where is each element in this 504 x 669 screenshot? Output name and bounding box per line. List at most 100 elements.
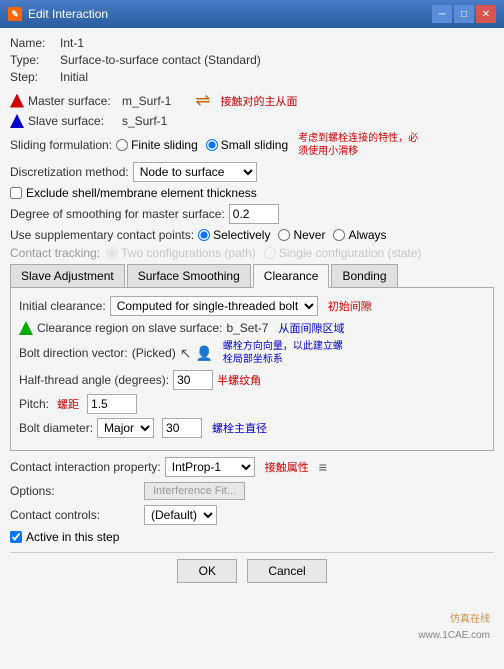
smoothing-label: Degree of smoothing for master surface: xyxy=(10,207,225,221)
arrow-icon: ↖ xyxy=(180,345,192,362)
master-annotation: 接触对的主从面 xyxy=(220,93,297,109)
cancel-button[interactable]: Cancel xyxy=(247,559,326,583)
finite-sliding-option[interactable]: Finite sliding xyxy=(116,138,198,152)
contact-property-row: Contact interaction property: IntProp-1 … xyxy=(10,457,494,477)
person-icon: 👤 xyxy=(195,345,212,362)
bolt-direction-annotation: 螺栓方向向量，以此建立螺栓局部坐标系 xyxy=(223,340,343,366)
bolt-diameter-label: Bolt diameter: xyxy=(19,421,93,435)
type-row: Type: Surface-to-surface contact (Standa… xyxy=(10,53,494,67)
discretization-row: Discretization method: Node to surface S… xyxy=(10,162,494,182)
finite-sliding-radio[interactable] xyxy=(116,139,128,151)
bolt-diameter-row: Bolt diameter: Major Minor 螺栓主直径 xyxy=(19,418,485,438)
interference-fit-button[interactable]: Interference Fit... xyxy=(144,482,245,500)
close-button[interactable]: ✕ xyxy=(476,5,496,23)
small-sliding-option[interactable]: Small sliding xyxy=(206,138,288,152)
watermark1: 仿真在线 xyxy=(450,610,490,625)
half-thread-row: Half-thread angle (degrees): 半螺纹角 xyxy=(19,370,485,390)
step-row: Step: Initial xyxy=(10,70,494,84)
pitch-input[interactable] xyxy=(87,394,137,414)
tab-clearance[interactable]: Clearance xyxy=(253,264,330,288)
single-config-label: Single configuration (state) xyxy=(279,246,422,260)
supplementary-row: Use supplementary contact points: Select… xyxy=(10,228,494,242)
tab-bonding[interactable]: Bonding xyxy=(331,264,397,287)
contact-tracking-label: Contact tracking: xyxy=(10,246,100,260)
never-option[interactable]: Never xyxy=(278,228,325,242)
title-bar: ✎ Edit Interaction ─ □ ✕ xyxy=(0,0,504,28)
exclude-shell-label: Exclude shell/membrane element thickness xyxy=(26,186,257,200)
contact-controls-row: Contact controls: (Default) xyxy=(10,505,494,525)
initial-clearance-row: Initial clearance: Computed for single-t… xyxy=(19,296,485,316)
bolt-direction-row: Bolt direction vector: (Picked) ↖ 👤 螺栓方向… xyxy=(19,340,485,366)
bolt-direction-value: (Picked) xyxy=(132,346,176,360)
sliding-label: Sliding formulation: xyxy=(10,138,112,152)
active-step-row: Active in this step xyxy=(10,530,494,544)
smoothing-row: Degree of smoothing for master surface: xyxy=(10,204,494,224)
half-thread-input[interactable] xyxy=(173,370,213,390)
initial-clearance-select[interactable]: Computed for single-threaded bolt User-d… xyxy=(110,296,318,316)
finite-sliding-label: Finite sliding xyxy=(131,138,198,152)
master-surface-value: m_Surf-1 xyxy=(122,94,171,108)
button-row: OK Cancel xyxy=(10,552,494,583)
contact-tracking-row: Contact tracking: Two configurations (pa… xyxy=(10,246,494,260)
ok-button[interactable]: OK xyxy=(177,559,237,583)
pitch-row: Pitch: 螺距 xyxy=(19,394,485,414)
tab-slave-adjustment[interactable]: Slave Adjustment xyxy=(10,264,125,287)
bolt-diameter-input[interactable] xyxy=(162,418,202,438)
step-value: Initial xyxy=(60,70,88,84)
slave-surface-icon xyxy=(10,114,24,128)
small-sliding-radio[interactable] xyxy=(206,139,218,151)
clearance-region-label: Clearance region on slave surface: xyxy=(37,321,222,335)
clearance-region-annotation: 从面间隙区域 xyxy=(278,320,344,336)
bottom-section: Contact interaction property: IntProp-1 … xyxy=(10,457,494,544)
selectively-option[interactable]: Selectively xyxy=(198,228,270,242)
two-config-option: Two configurations (path) xyxy=(106,246,256,260)
maximize-button[interactable]: □ xyxy=(454,5,474,23)
contact-property-select[interactable]: IntProp-1 xyxy=(165,457,255,477)
small-sliding-label: Small sliding xyxy=(221,138,288,152)
never-radio[interactable] xyxy=(278,229,290,241)
clearance-tab-content: Initial clearance: Computed for single-t… xyxy=(10,288,494,451)
sliding-annotation: 考虑到螺栓连接的特性，必须使用小滑移 xyxy=(298,132,418,158)
name-row: Name: Int-1 xyxy=(10,36,494,50)
bolt-diameter-select[interactable]: Major Minor xyxy=(97,418,154,438)
master-surface-row: Master surface: m_Surf-1 ⇌ 接触对的主从面 xyxy=(10,90,494,111)
slave-surface-label: Slave surface: xyxy=(28,114,118,128)
clearance-region-value: b_Set-7 xyxy=(226,321,268,335)
app-icon: ✎ xyxy=(8,7,22,21)
smoothing-input[interactable] xyxy=(229,204,279,224)
exclude-shell-row: Exclude shell/membrane element thickness xyxy=(10,186,494,200)
name-value: Int-1 xyxy=(60,36,84,50)
watermark2: www.1CAE.com xyxy=(418,630,490,641)
type-value: Surface-to-surface contact (Standard) xyxy=(60,53,261,67)
always-label: Always xyxy=(348,228,386,242)
half-thread-label: Half-thread angle (degrees): xyxy=(19,373,169,387)
selectively-radio[interactable] xyxy=(198,229,210,241)
active-step-checkbox[interactable] xyxy=(10,531,22,543)
name-label: Name: xyxy=(10,36,60,50)
contact-property-label: Contact interaction property: xyxy=(10,460,161,474)
exclude-shell-checkbox[interactable] xyxy=(10,187,22,199)
edit-property-icon[interactable]: ≡ xyxy=(319,459,327,475)
active-step-label: Active in this step xyxy=(26,530,119,544)
initial-clearance-annotation: 初始间隙 xyxy=(328,298,372,314)
discretization-select[interactable]: Node to surface Surface to surface xyxy=(133,162,257,182)
options-label: Options: xyxy=(10,484,140,498)
master-surface-icon xyxy=(10,94,24,108)
always-option[interactable]: Always xyxy=(333,228,386,242)
slave-surface-row: Slave surface: s_Surf-1 xyxy=(10,114,494,128)
bolt-direction-label: Bolt direction vector: xyxy=(19,346,128,360)
step-label: Step: xyxy=(10,70,60,84)
tabs-container: Slave Adjustment Surface Smoothing Clear… xyxy=(10,264,494,288)
contact-controls-label: Contact controls: xyxy=(10,508,140,522)
initial-clearance-label: Initial clearance: xyxy=(19,299,106,313)
half-thread-annotation: 半螺纹角 xyxy=(217,372,261,388)
contact-controls-select[interactable]: (Default) xyxy=(144,505,217,525)
pitch-label: Pitch: xyxy=(19,397,49,411)
contact-property-annotation: 接触属性 xyxy=(265,459,309,475)
never-label: Never xyxy=(293,228,325,242)
single-config-option: Single configuration (state) xyxy=(264,246,422,260)
tab-surface-smoothing[interactable]: Surface Smoothing xyxy=(127,264,251,287)
always-radio[interactable] xyxy=(333,229,345,241)
single-config-radio xyxy=(264,247,276,259)
minimize-button[interactable]: ─ xyxy=(432,5,452,23)
